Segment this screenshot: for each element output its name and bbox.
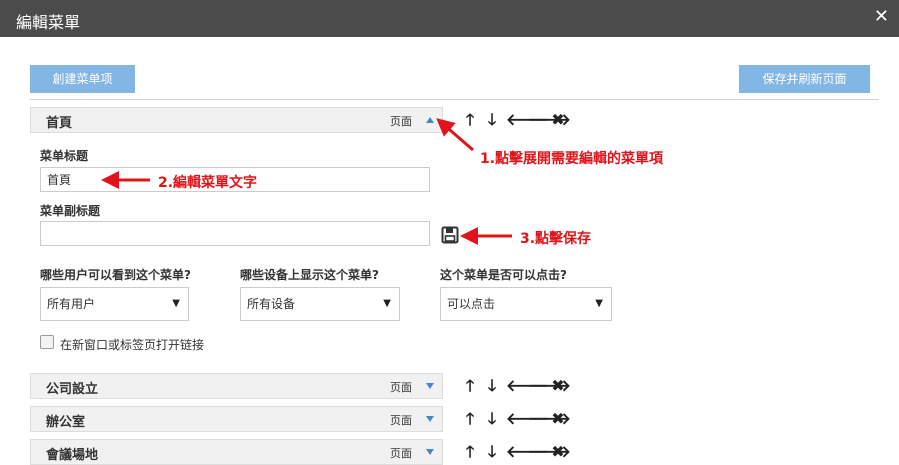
devices-label: 哪些设备上显示这个菜单? xyxy=(240,268,379,282)
menu-item-type: 页面 xyxy=(390,381,412,394)
move-down-icon[interactable]: 🡓 xyxy=(484,112,500,128)
caret-down-icon: ▼ xyxy=(383,298,391,309)
move-left-icon[interactable]: 🡐 xyxy=(506,112,549,128)
menu-item-type: 页面 xyxy=(390,115,412,128)
visible-users-label: 哪些用户可以看到这个菜单? xyxy=(40,268,191,282)
menu-item-actions: 🡑 🡓 🡐 🡒 ✖ xyxy=(462,112,572,128)
menu-item-row[interactable]: 公司設立 页面 xyxy=(30,373,443,399)
menu-item-row[interactable]: 首頁 页面 xyxy=(30,107,443,133)
new-window-label: 在新窗口或标签页打开链接 xyxy=(60,338,205,352)
move-down-icon[interactable]: 🡓 xyxy=(484,444,500,460)
menu-item-name: 會議場地 xyxy=(46,448,99,463)
menu-subtitle-label: 菜单副标题 xyxy=(40,204,101,218)
menu-item-type: 页面 xyxy=(390,414,412,427)
menu-title-label: 菜单标题 xyxy=(40,149,89,163)
menu-item-row[interactable]: 會議場地 页面 xyxy=(30,439,443,465)
annotation-step1: 1.點擊展開需要編輯的菜單項 xyxy=(480,151,664,167)
menu-item-actions: 🡑 🡓 🡐 🡒 ✖ xyxy=(462,411,572,427)
triangle-up-icon[interactable] xyxy=(424,114,436,126)
move-left-icon[interactable]: 🡐 xyxy=(506,378,549,394)
menu-item-actions: 🡑 🡓 🡐 🡒 ✖ xyxy=(462,444,572,460)
delete-icon[interactable]: ✖ xyxy=(550,112,566,128)
move-up-icon[interactable]: 🡑 xyxy=(462,444,478,460)
caret-down-icon: ▼ xyxy=(595,298,603,309)
move-up-icon[interactable]: 🡑 xyxy=(462,411,478,427)
visible-users-select[interactable]: 所有用户 ▼ xyxy=(40,287,189,321)
move-right-icon[interactable]: 🡒 xyxy=(528,378,571,394)
menu-item-name: 公司設立 xyxy=(46,382,99,397)
menu-item-name: 辦公室 xyxy=(46,415,86,430)
divider xyxy=(30,99,879,100)
dialog-titlebar: 編輯菜單 ✕ xyxy=(0,0,899,37)
caret-down-icon: ▼ xyxy=(172,298,180,309)
floppy-disk-icon[interactable] xyxy=(441,226,459,244)
triangle-down-icon[interactable] xyxy=(424,413,436,425)
visible-users-value: 所有用户 xyxy=(47,297,96,311)
move-down-icon[interactable]: 🡓 xyxy=(484,411,500,427)
move-right-icon[interactable]: 🡒 xyxy=(528,411,571,427)
move-down-icon[interactable]: 🡓 xyxy=(484,378,500,394)
menu-item-name: 首頁 xyxy=(46,116,73,131)
clickable-value: 可以点击 xyxy=(447,297,496,311)
dialog-title: 編輯菜單 xyxy=(16,13,81,32)
move-right-icon[interactable]: 🡒 xyxy=(528,444,571,460)
annotation-step2: 2.編輯菜單文字 xyxy=(158,175,258,191)
close-icon[interactable]: ✕ xyxy=(874,6,889,27)
menu-item-row[interactable]: 辦公室 页面 xyxy=(30,406,443,432)
triangle-down-icon[interactable] xyxy=(424,446,436,458)
save-and-refresh-button[interactable]: 保存并刷新页面 xyxy=(739,65,870,93)
move-right-icon[interactable]: 🡒 xyxy=(528,112,571,128)
menu-subtitle-input[interactable] xyxy=(40,221,430,246)
new-window-checkbox[interactable] xyxy=(40,335,54,349)
move-up-icon[interactable]: 🡑 xyxy=(462,378,478,394)
move-left-icon[interactable]: 🡐 xyxy=(506,444,549,460)
delete-icon[interactable]: ✖ xyxy=(550,411,566,427)
move-up-icon[interactable]: 🡑 xyxy=(462,112,478,128)
annotation-step3: 3.點擊保存 xyxy=(520,231,592,247)
delete-icon[interactable]: ✖ xyxy=(550,444,566,460)
menu-item-type: 页面 xyxy=(390,447,412,460)
create-menu-item-button[interactable]: 創建菜单项 xyxy=(30,65,135,93)
triangle-down-icon[interactable] xyxy=(424,380,436,392)
delete-icon[interactable]: ✖ xyxy=(550,378,566,394)
devices-value: 所有设备 xyxy=(247,297,296,311)
devices-select[interactable]: 所有设备 ▼ xyxy=(240,287,400,321)
clickable-label: 这个菜单是否可以点击? xyxy=(440,268,567,282)
move-left-icon[interactable]: 🡐 xyxy=(506,411,549,427)
menu-item-actions: 🡑 🡓 🡐 🡒 ✖ xyxy=(462,378,572,394)
clickable-select[interactable]: 可以点击 ▼ xyxy=(440,287,612,321)
